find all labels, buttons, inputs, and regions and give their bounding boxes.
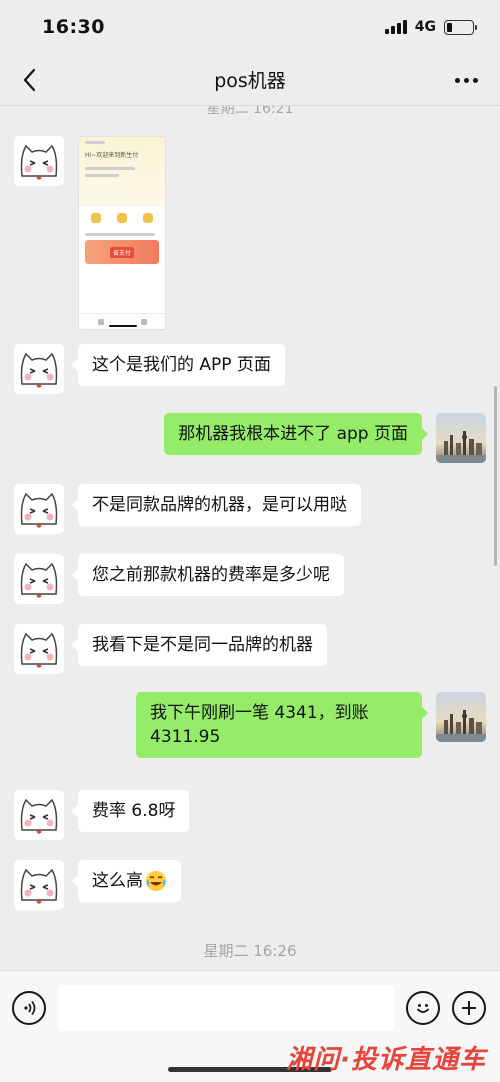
contact-avatar[interactable] bbox=[14, 136, 64, 186]
plus-button[interactable] bbox=[452, 991, 486, 1025]
voice-button[interactable] bbox=[12, 991, 46, 1025]
message-bubble[interactable]: 不是同款品牌的机器，是可以用哒 bbox=[72, 484, 361, 526]
my-avatar[interactable] bbox=[436, 692, 486, 742]
message-bubble[interactable]: 我下午刚刷一笔 4341，到账 4311.95 bbox=[136, 692, 428, 758]
contact-avatar[interactable] bbox=[14, 624, 64, 674]
cat-avatar-icon bbox=[20, 352, 58, 388]
cat-avatar-icon bbox=[20, 492, 58, 528]
message-bubble[interactable]: 您之前那款机器的费率是多少呢 bbox=[72, 554, 344, 596]
voice-icon bbox=[24, 1000, 36, 1016]
message-bubble[interactable]: 这个是我们的 APP 页面 bbox=[72, 344, 285, 386]
city-avatar-icon bbox=[436, 692, 486, 742]
chat-title: pos机器 bbox=[214, 70, 286, 92]
message-bubble[interactable]: 我看下是不是同一品牌的机器 bbox=[72, 624, 327, 666]
more-icon bbox=[454, 77, 460, 83]
cat-avatar-icon bbox=[20, 144, 58, 180]
message-bubble[interactable]: 那机器我根本进不了 app 页面 bbox=[164, 413, 428, 455]
contact-avatar[interactable] bbox=[14, 790, 64, 840]
cat-avatar-icon bbox=[20, 798, 58, 834]
emoji-button[interactable] bbox=[406, 991, 440, 1025]
chat-area[interactable]: 星期二 16:21 Hi~欢迎来到新生付 省支付 这个是我们的 APP 页面 那… bbox=[0, 106, 500, 970]
status-time: 16:30 bbox=[42, 16, 105, 38]
cat-avatar-icon bbox=[20, 632, 58, 668]
back-icon bbox=[23, 68, 36, 92]
battery-icon bbox=[444, 19, 477, 35]
status-icons: 4G bbox=[384, 19, 477, 35]
watermark: 湘问·投诉直通车 bbox=[286, 1045, 486, 1075]
nav-bar: pos机器 bbox=[0, 54, 500, 106]
message-bubble[interactable]: 这么高 bbox=[72, 860, 181, 902]
network-label: 4G bbox=[414, 19, 436, 35]
image-message[interactable]: Hi~欢迎来到新生付 省支付 bbox=[78, 136, 166, 330]
cat-avatar-icon bbox=[20, 868, 58, 904]
cat-avatar-icon bbox=[20, 562, 58, 598]
more-button[interactable] bbox=[450, 64, 482, 96]
contact-avatar[interactable] bbox=[14, 484, 64, 534]
scrollbar[interactable] bbox=[494, 386, 497, 566]
laugh-emoji-icon bbox=[146, 871, 166, 891]
emoji-icon bbox=[416, 1004, 430, 1013]
my-avatar[interactable] bbox=[436, 413, 486, 463]
back-button[interactable] bbox=[14, 64, 46, 96]
input-bar: 湘问·投诉直通车 bbox=[0, 970, 500, 1082]
city-avatar-icon bbox=[436, 413, 486, 463]
contact-avatar[interactable] bbox=[14, 344, 64, 394]
status-bar: 16:30 4G bbox=[0, 0, 500, 54]
message-bubble[interactable]: 费率 6.8呀 bbox=[71, 790, 190, 832]
timestamp: 星期二 16:21 bbox=[206, 106, 294, 117]
screenshot-title: Hi~欢迎来到新生付 bbox=[85, 152, 139, 159]
timestamp: 星期二 16:26 bbox=[203, 942, 297, 960]
contact-avatar[interactable] bbox=[14, 860, 64, 910]
contact-avatar[interactable] bbox=[14, 554, 64, 604]
plus-icon bbox=[462, 1001, 476, 1015]
signal-icon bbox=[384, 20, 407, 34]
message-text: 这么高 bbox=[92, 871, 143, 891]
message-input[interactable] bbox=[58, 985, 394, 1031]
screenshot-banner: 省支付 bbox=[85, 240, 159, 264]
